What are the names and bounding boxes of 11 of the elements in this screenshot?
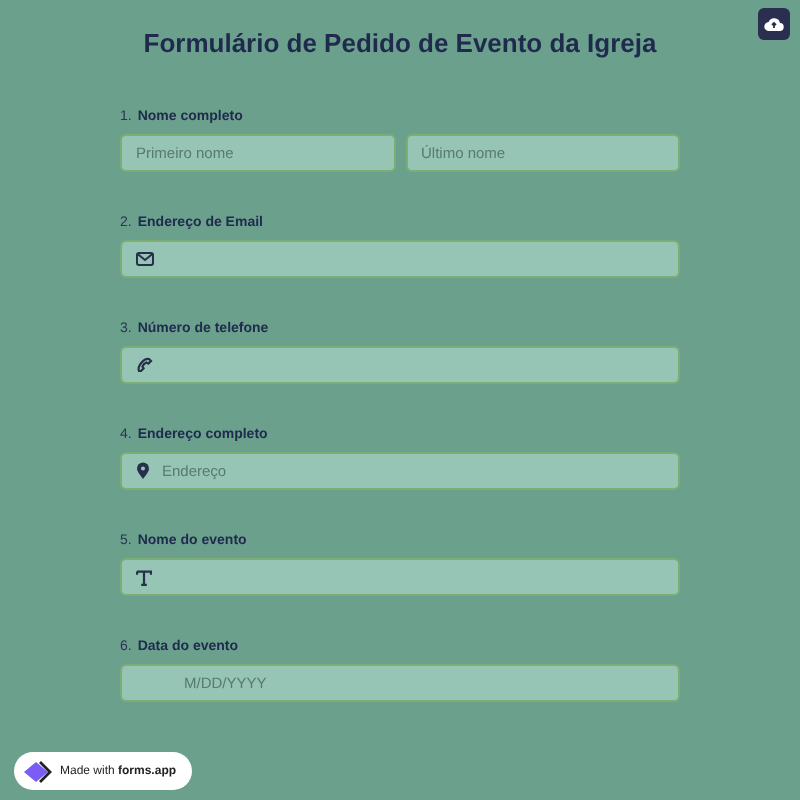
cloud-icon bbox=[764, 16, 784, 32]
location-pin-icon bbox=[136, 462, 150, 480]
phone-icon bbox=[136, 356, 154, 374]
input-field[interactable] bbox=[120, 346, 680, 384]
envelope-icon bbox=[136, 252, 154, 266]
cloud-button[interactable] bbox=[758, 8, 790, 40]
input-field[interactable] bbox=[120, 558, 680, 596]
logo-icon bbox=[22, 759, 52, 783]
input-field[interactable] bbox=[120, 240, 680, 278]
form-title: Formulário de Pedido de Evento da Igreja bbox=[141, 28, 659, 58]
text-icon bbox=[136, 569, 152, 585]
